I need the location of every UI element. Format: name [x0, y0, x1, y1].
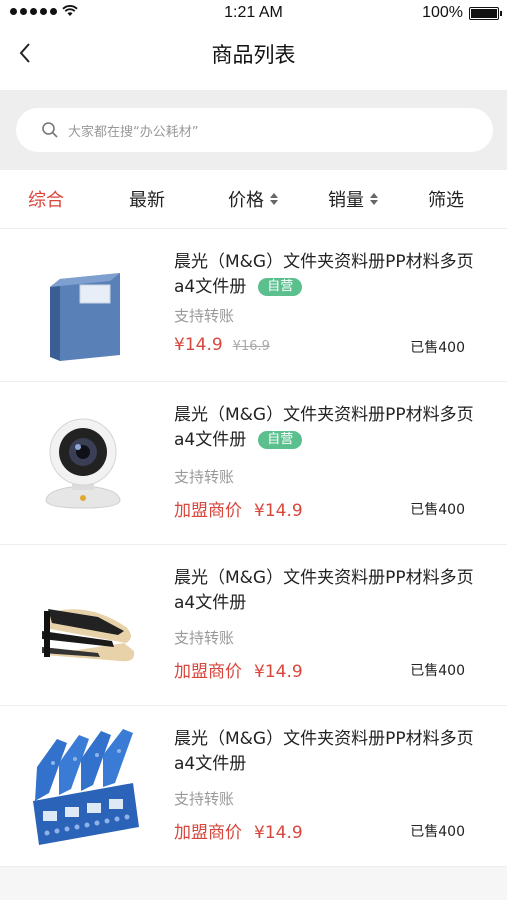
price-row: 加盟商价 ¥14.9 [174, 657, 303, 682]
status-bar: 1:21 AM 100% [0, 0, 507, 26]
sold-count: 已售400 [410, 824, 465, 840]
search-placeholder: 大家都在搜“办公耗材” [68, 124, 199, 140]
franchise-price-label: 加盟商价 [174, 662, 242, 682]
filter-label: 综合 [28, 190, 64, 211]
filter-label: 筛选 [428, 190, 464, 211]
franchise-price-label: 加盟商价 [174, 501, 242, 521]
transfer-support: 支持转账 [174, 468, 235, 486]
filter-bar: 综合 最新 价格 销量 筛选 [0, 170, 507, 229]
filter-tab-filter[interactable]: 筛选 [428, 186, 464, 212]
price-row: 加盟商价 ¥14.9 [174, 818, 303, 843]
sold-count: 已售400 [410, 663, 465, 679]
price-row: 加盟商价 ¥14.9 [174, 496, 303, 521]
filter-label: 价格 [228, 190, 264, 211]
price-row: ¥14.9 ¥16.9 [174, 335, 270, 355]
product-image-camera[interactable] [20, 400, 146, 526]
product-title[interactable]: 晨光（M&G）文件夹资料册PP材料多页a4文件册 自营 [174, 403, 474, 453]
product-item[interactable]: 晨光（M&G）文件夹资料册PP材料多页a4文件册 支持转账 加盟商价 ¥14.9… [0, 545, 507, 706]
product-price: ¥14.9 [254, 662, 303, 682]
product-price: ¥14.9 [254, 823, 303, 843]
self-operated-badge: 自营 [258, 431, 303, 449]
original-price: ¥16.9 [232, 339, 270, 354]
search-input[interactable]: 大家都在搜“办公耗材” [16, 108, 493, 152]
product-title[interactable]: 晨光（M&G）文件夹资料册PP材料多页a4文件册 [174, 727, 474, 777]
filter-label: 销量 [328, 190, 364, 211]
page-title: 商品列表 [211, 43, 296, 67]
product-image-file-rack[interactable] [20, 724, 146, 850]
sort-arrows-icon [370, 193, 378, 205]
product-item[interactable]: 晨光（M&G）文件夹资料册PP材料多页a4文件册 自营 支持转账 加盟商价 ¥14… [0, 382, 507, 545]
battery-percent: 100% [422, 4, 463, 21]
product-title[interactable]: 晨光（M&G）文件夹资料册PP材料多页a4文件册 自营 [174, 250, 474, 300]
product-item[interactable]: 晨光（M&G）文件夹资料册PP材料多页a4文件册 自营 支持转账 ¥14.9 ¥1… [0, 229, 507, 382]
transfer-support: 支持转账 [174, 307, 235, 325]
transfer-support: 支持转账 [174, 790, 235, 808]
franchise-price-label: 加盟商价 [174, 823, 242, 843]
product-item[interactable]: 晨光（M&G）文件夹资料册PP材料多页a4文件册 支持转账 加盟商价 ¥14.9… [0, 706, 507, 867]
filter-tab-sales[interactable]: 销量 [328, 186, 378, 212]
search-area: 大家都在搜“办公耗材” [0, 90, 507, 170]
product-title[interactable]: 晨光（M&G）文件夹资料册PP材料多页a4文件册 [174, 566, 474, 616]
filter-tab-comprehensive[interactable]: 综合 [28, 186, 64, 212]
battery-icon [469, 6, 502, 20]
product-list: 晨光（M&G）文件夹资料册PP材料多页a4文件册 自营 支持转账 ¥14.9 ¥1… [0, 229, 507, 867]
sold-count: 已售400 [410, 502, 465, 518]
filter-label: 最新 [129, 190, 165, 211]
nav-bar: 商品列表 [0, 26, 507, 90]
product-image-stapler[interactable] [20, 563, 146, 689]
self-operated-badge: 自营 [258, 278, 303, 296]
filter-tab-newest[interactable]: 最新 [129, 186, 165, 212]
product-price: ¥14.9 [254, 501, 303, 521]
transfer-support: 支持转账 [174, 629, 235, 647]
sort-arrows-icon [270, 193, 278, 205]
product-image-folder[interactable] [20, 249, 146, 375]
search-icon [42, 122, 58, 138]
product-price: ¥14.9 [174, 335, 223, 355]
sold-count: 已售400 [410, 340, 465, 356]
filter-tab-price[interactable]: 价格 [228, 186, 278, 212]
